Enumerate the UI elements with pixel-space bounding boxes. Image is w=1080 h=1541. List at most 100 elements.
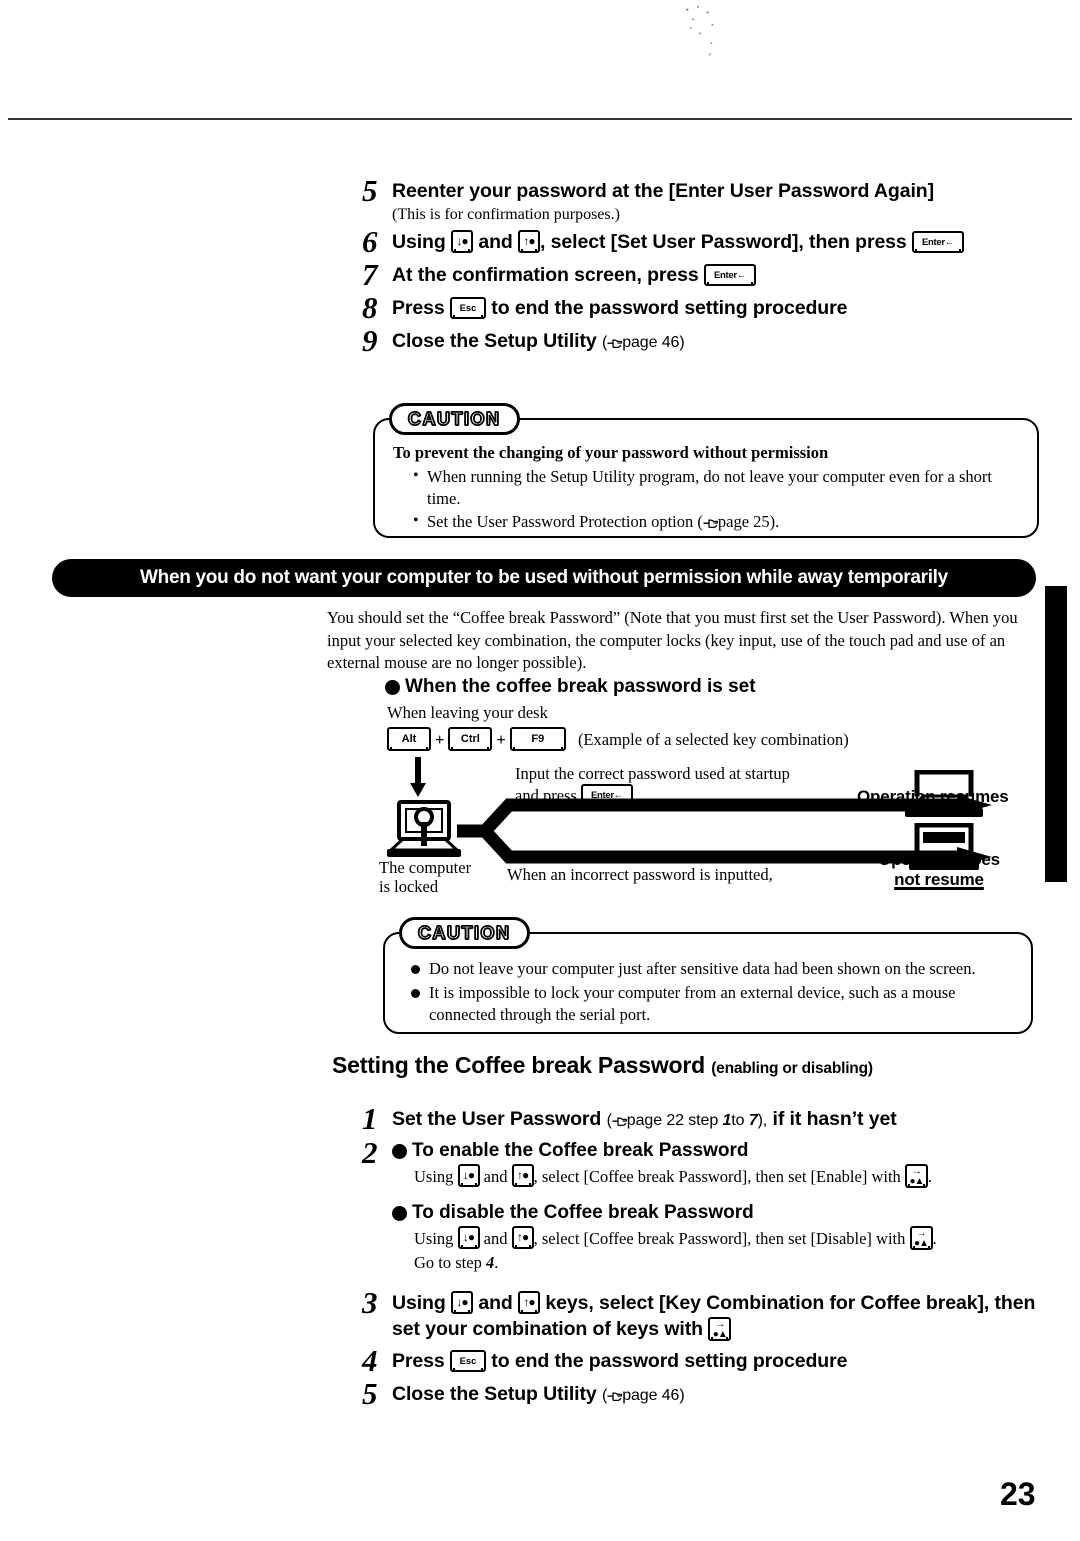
diagram-key-combination: Alt + Ctrl + F9 (Example of a selected key c…	[387, 727, 849, 751]
enter-key-icon: Enter←	[912, 231, 965, 253]
step-heading: Press Esc to end the password setting pr…	[392, 295, 1042, 321]
step-heading-part-1: Press	[392, 297, 445, 319]
caution-badge: CAUTION	[389, 403, 520, 435]
step-heading: Close the Setup Utility (page 46)	[392, 328, 1042, 356]
enable-text-3: , select [Coffee break Password], then s…	[533, 1167, 901, 1186]
step-heading-part-3: , select [Set User Password], then press	[540, 231, 907, 253]
hand-pointer-icon	[703, 517, 718, 529]
caution-item-text: Set the User Password Protection option …	[427, 512, 703, 531]
step-number: 3	[362, 1285, 378, 1320]
step-heading-part-2: to end the password setting procedure	[491, 1350, 848, 1372]
enable-heading: To enable the Coffee break Password	[392, 1140, 1047, 1162]
step-number: 8	[362, 290, 378, 325]
coffee-break-lock-diagram: When leaving your desk Alt + Ctrl + F9 (Exam…	[327, 675, 1047, 905]
intro-paragraph: You should set the “Coffee break Passwor…	[327, 608, 1018, 672]
step-heading: Close the Setup Utility (page 46)	[392, 1381, 1047, 1409]
esc-key-icon: Esc	[449, 1350, 486, 1372]
section-heading-coffee-break: Setting the Coffee break Password (enabl…	[332, 1052, 873, 1079]
disable-heading-label: To disable the Coffee break Password	[412, 1202, 754, 1223]
step-subtext: (This is for confirmation purposes.)	[392, 206, 620, 223]
diagram-key-example-note: (Example of a selected key combination)	[577, 730, 849, 749]
arrow-down-key-icon: ↓●	[451, 230, 473, 253]
caution-item: When running the Setup Utility program, …	[411, 465, 1015, 510]
disable-text-4: .	[932, 1229, 937, 1248]
caution-item: Do not leave your computer just after se…	[411, 958, 1009, 980]
page-ref-to: to	[731, 1112, 745, 1129]
step-heading: Using ↓● and ↑● keys, select [Key Combin…	[392, 1290, 1052, 1342]
step-number: 7	[362, 257, 378, 292]
esc-key-icon: Esc	[449, 297, 486, 319]
disable-text-1: Using	[414, 1229, 454, 1248]
caution-box-password: CAUTION To prevent the changing of your …	[373, 403, 1039, 538]
step-heading-part-2: and	[478, 231, 513, 253]
steps-list-top: 5 Reenter your password at the [Enter Us…	[362, 173, 1042, 358]
arrow-up-key-icon: ↑●	[518, 230, 541, 253]
input-line-1: Input the correct password used at start…	[515, 764, 790, 783]
diagram-label-operation-resumes: Operation resumes	[857, 787, 1009, 806]
step-5: 5 Reenter your password at the [Enter Us…	[362, 173, 1042, 225]
caution-item: Set the User Password Protection option …	[411, 510, 1015, 533]
steps-list-bottom: 1 Set the User Password (page 22 step 1t…	[362, 1103, 1047, 1411]
step-number: 2	[362, 1135, 378, 1170]
tab-key-icon: → ●▲	[708, 1317, 732, 1341]
goto-period: .	[494, 1253, 499, 1272]
caution-box-lock: CAUTION Do not leave your computer just …	[383, 917, 1033, 1034]
arrow-down-key-icon: ↓●	[451, 1291, 473, 1314]
section-banner: When you do not want your computer to be…	[52, 559, 1036, 597]
page-ref-close: )	[679, 1387, 685, 1404]
step-7: 7 At the confirmation screen, press Ente…	[362, 257, 1042, 292]
page-ref-step-to: 7	[748, 1112, 758, 1129]
page-ref-text: page 46	[622, 1387, 680, 1404]
step-5-bottom: 5 Close the Setup Utility (page 46)	[362, 1376, 1047, 1411]
page-ref-text: page 46	[622, 334, 680, 351]
step-heading-part-1: Using	[392, 1292, 446, 1314]
step-heading-part-2: to end the password setting procedure	[491, 297, 848, 319]
header-rule	[8, 118, 1072, 120]
step-heading-part-2: and	[478, 1292, 513, 1314]
not-resume-line-2: not resume	[894, 870, 984, 889]
step-heading: Using ↓● and ↑●, select [Set User Passwo…	[392, 229, 1042, 255]
page-number: 23	[1000, 1476, 1036, 1512]
step-heading: Reenter your password at the [Enter User…	[392, 180, 934, 202]
section-heading-main: Setting the Coffee break Password	[332, 1052, 705, 1078]
step-2: 2 To enable the Coffee break Password Us…	[362, 1135, 1047, 1274]
page-ref-text: page 22 step	[626, 1112, 719, 1129]
enable-text-1: Using	[414, 1167, 454, 1186]
caution-item-tail: ).	[769, 512, 780, 531]
scan-artifact	[680, 4, 740, 74]
step-number: 4	[362, 1343, 378, 1378]
step-heading-part-1: Close the Setup Utility	[392, 330, 597, 352]
enable-heading-label: To enable the Coffee break Password	[412, 1140, 749, 1161]
goto-text: Go to step	[414, 1253, 482, 1272]
step-heading-part-1: Set the User Password	[392, 1108, 602, 1130]
hand-pointer-icon	[607, 1390, 623, 1402]
step-3: 3 Using ↓● and ↑● keys, select [Key Comb…	[362, 1285, 1047, 1342]
step-number: 5	[362, 173, 378, 208]
disable-text-3: , select [Coffee break Password], then s…	[533, 1229, 906, 1248]
hand-pointer-icon	[612, 1115, 627, 1127]
disable-text-2: and	[483, 1229, 508, 1248]
page-ref-close: )	[679, 334, 685, 351]
step-heading: Set the User Password (page 22 step 1to …	[392, 1106, 1047, 1134]
arrow-down-key-icon: ↓●	[457, 1164, 480, 1187]
step-number: 5	[362, 1376, 378, 1411]
alt-key-icon: Alt	[387, 727, 431, 751]
caution-badge: CAUTION	[399, 917, 530, 949]
not-resume-line-1: Operation does	[878, 850, 1000, 869]
arrow-up-key-icon: ↑●	[511, 1164, 534, 1187]
page-edge-tab	[1045, 586, 1067, 882]
step-heading-part-1: Press	[392, 1350, 445, 1372]
step-4: 4 Press Esc to end the password setting …	[362, 1343, 1047, 1378]
arrow-up-key-icon: ↑●	[511, 1226, 534, 1249]
caution-list: When running the Setup Utility program, …	[393, 465, 1015, 533]
page-ref-step-from: 1	[722, 1112, 732, 1129]
diagram-label-leaving-desk: When leaving your desk	[387, 703, 548, 722]
caution-title: To prevent the changing of your password…	[393, 443, 829, 462]
enable-instruction: Using ↓● and ↑●, select [Coffee break Pa…	[414, 1164, 1047, 1188]
step-heading-part-2: if it hasn’t yet	[772, 1108, 897, 1130]
caution-list: Do not leave your computer just after se…	[403, 958, 1009, 1026]
page-ref-close: ),	[757, 1112, 768, 1129]
manual-page: 5 Reenter your password at the [Enter Us…	[0, 0, 1080, 1541]
arrow-up-key-icon: ↑●	[518, 1291, 541, 1314]
step-number: 9	[362, 323, 378, 358]
